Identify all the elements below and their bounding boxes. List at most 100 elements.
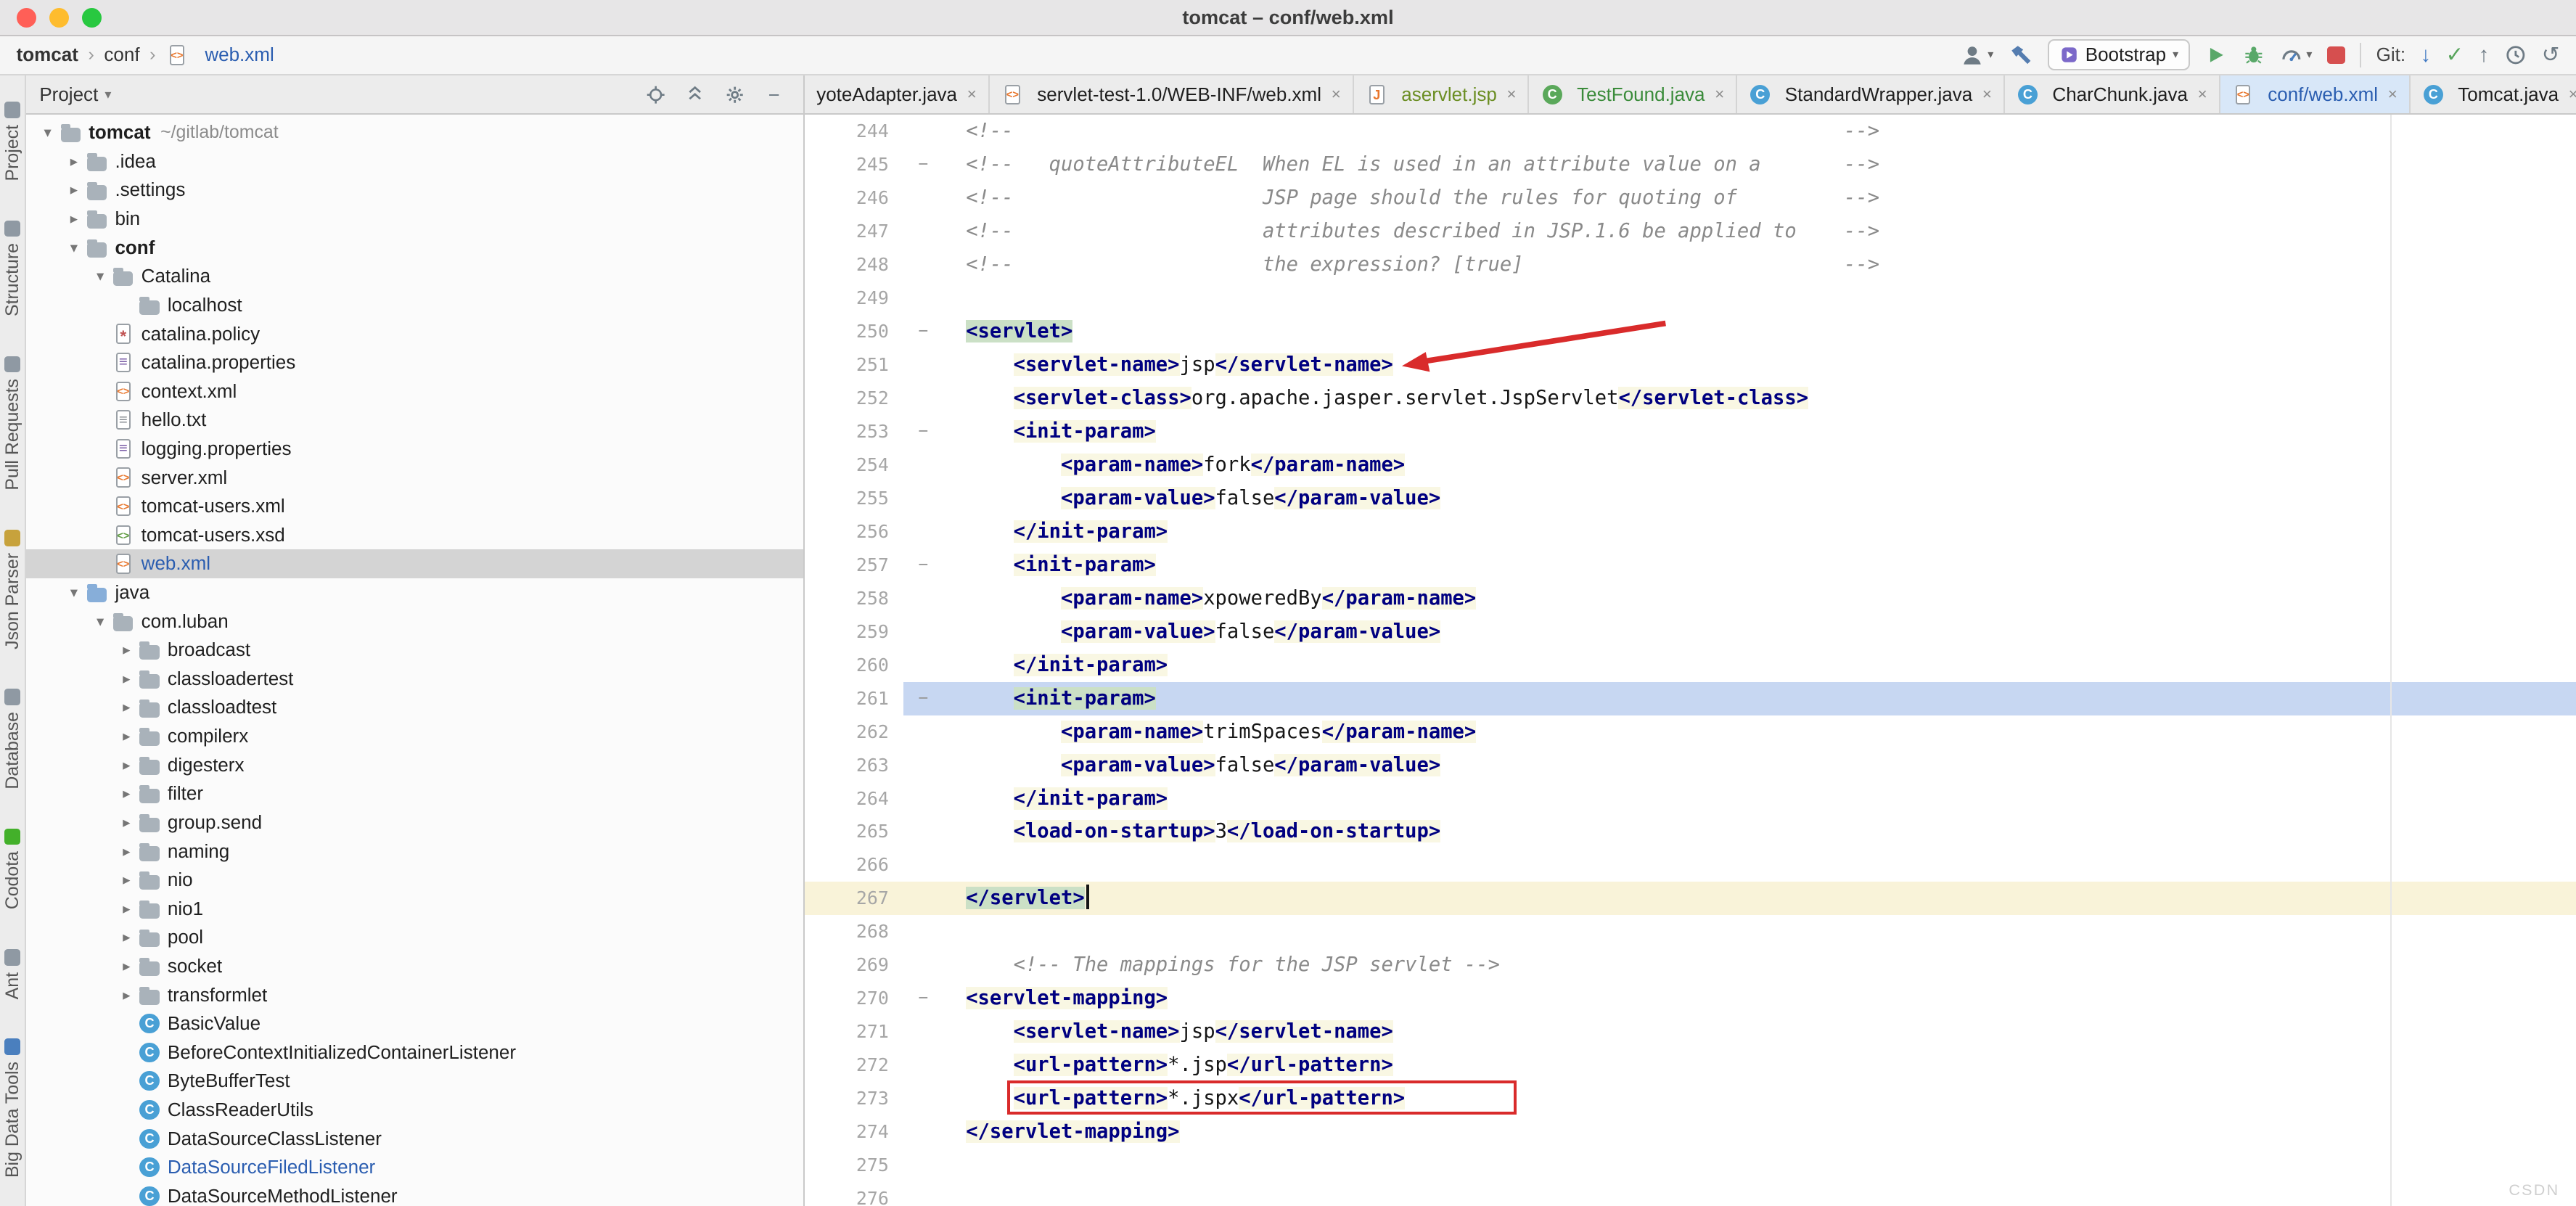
line-number[interactable]: 261 <box>805 682 903 715</box>
line-number[interactable]: 276 <box>805 1182 903 1206</box>
editor-tab-charchunk-java[interactable]: CharChunk.java× <box>2005 75 2220 113</box>
tool-stripe-button-structure[interactable]: Structure <box>2 221 23 317</box>
tool-stripe-button-big-data-tools[interactable]: Big Data Tools <box>2 1038 23 1178</box>
tab-close-icon[interactable]: × <box>1332 85 1341 104</box>
tree-expand-arrow[interactable]: ▾ <box>89 267 112 285</box>
line-number[interactable]: 248 <box>805 248 903 282</box>
breadcrumb-web-xml[interactable]: web.xml <box>205 44 274 66</box>
tree-expand-arrow[interactable]: ▸ <box>62 181 86 199</box>
tree-item-classloadtest[interactable]: ▸classloadtest <box>26 693 803 722</box>
tool-stripe-button-json-parser[interactable]: Json Parser <box>2 530 23 649</box>
editor-tab-servlet-test-1-0-web-inf-web-xml[interactable]: servlet-test-1.0/WEB-INF/web.xml× <box>990 75 1354 113</box>
code-line-259[interactable]: 259 <param-value>false</param-value> <box>805 615 2576 649</box>
tree-expand-arrow[interactable]: ▸ <box>115 957 138 975</box>
tree-expand-arrow[interactable]: ▸ <box>115 756 138 774</box>
code-line-267[interactable]: 267</servlet> <box>805 882 2576 915</box>
line-number[interactable]: 265 <box>805 815 903 848</box>
line-number[interactable]: 270 <box>805 982 903 1015</box>
project-panel-title[interactable]: Project <box>39 83 98 106</box>
tree-expand-arrow[interactable]: ▸ <box>115 698 138 716</box>
code-line-246[interactable]: 246<!-- JSP page should the rules for qu… <box>805 181 2576 215</box>
tab-close-icon[interactable]: × <box>1982 85 1992 104</box>
line-number[interactable]: 244 <box>805 115 903 148</box>
code-line-274[interactable]: 274</servlet-mapping> <box>805 1115 2576 1149</box>
tree-expand-arrow[interactable]: ▸ <box>115 670 138 688</box>
chevron-down-icon[interactable]: ▾ <box>104 87 111 102</box>
line-number[interactable]: 259 <box>805 615 903 649</box>
tree-item-context-xml[interactable]: context.xml <box>26 377 803 406</box>
line-number[interactable]: 262 <box>805 715 903 749</box>
code-line-265[interactable]: 265 <load-on-startup>3</load-on-startup> <box>805 815 2576 848</box>
tree-item-catalina-properties[interactable]: catalina.properties <box>26 348 803 377</box>
collapse-all-button[interactable] <box>678 78 711 111</box>
tree-expand-arrow[interactable]: ▸ <box>115 784 138 803</box>
tree-expand-arrow[interactable]: ▸ <box>115 928 138 946</box>
tree-item-tomcat[interactable]: ▾tomcat~/gitlab/tomcat <box>26 118 803 147</box>
editor-tab-aservlet-jsp[interactable]: aservlet.jsp× <box>1354 75 1530 113</box>
user-profile-button[interactable]: ▾ <box>1960 43 1993 67</box>
tree-item-filter[interactable]: ▸filter <box>26 779 803 808</box>
tree-item-bytebuffertest[interactable]: ByteBufferTest <box>26 1067 803 1096</box>
tree-item-localhost[interactable]: localhost <box>26 291 803 320</box>
tree-expand-arrow[interactable]: ▾ <box>62 583 86 602</box>
line-number[interactable]: 267 <box>805 882 903 915</box>
run-play-icon[interactable] <box>2204 44 2228 67</box>
tree-item-naming[interactable]: ▸naming <box>26 837 803 866</box>
tree-expand-arrow[interactable]: ▸ <box>115 813 138 832</box>
zoom-window-button[interactable] <box>82 8 102 28</box>
line-number[interactable]: 269 <box>805 948 903 982</box>
tree-item-broadcast[interactable]: ▸broadcast <box>26 636 803 665</box>
tree-expand-arrow[interactable]: ▸ <box>115 727 138 745</box>
code-line-261[interactable]: 261− <init-param> <box>805 682 2576 715</box>
tree-expand-arrow[interactable]: ▸ <box>115 900 138 918</box>
code-line-271[interactable]: 271 <servlet-name>jsp</servlet-name> <box>805 1015 2576 1049</box>
editor-tab-standardwrapper-java[interactable]: StandardWrapper.java× <box>1737 75 2005 113</box>
line-number[interactable]: 263 <box>805 749 903 782</box>
tree-item-datasourcefiledlistener[interactable]: DataSourceFiledListener <box>26 1153 803 1182</box>
tree-item-server-xml[interactable]: server.xml <box>26 463 803 492</box>
tree-item-compilerx[interactable]: ▸compilerx <box>26 722 803 751</box>
code-line-251[interactable]: 251 <servlet-name>jsp</servlet-name> <box>805 348 2576 382</box>
line-number[interactable]: 252 <box>805 382 903 415</box>
tree-item-java[interactable]: ▾java <box>26 578 803 607</box>
tree-expand-arrow[interactable]: ▾ <box>36 123 60 141</box>
tree-item-tomcat-users-xsd[interactable]: tomcat-users.xsd <box>26 521 803 550</box>
line-number[interactable]: 253 <box>805 415 903 448</box>
tree-item-hello-txt[interactable]: hello.txt <box>26 406 803 435</box>
tree-item-tomcat-users-xml[interactable]: tomcat-users.xml <box>26 492 803 521</box>
line-number[interactable]: 258 <box>805 582 903 615</box>
tree-item-idea[interactable]: ▸.idea <box>26 147 803 176</box>
line-number[interactable]: 275 <box>805 1149 903 1182</box>
stop-button[interactable] <box>2327 46 2345 65</box>
locate-file-button[interactable] <box>639 78 672 111</box>
line-number[interactable]: 273 <box>805 1082 903 1115</box>
run-config-select[interactable]: Bootstrap ▾ <box>2048 39 2190 70</box>
tree-item-catalina-policy[interactable]: catalina.policy <box>26 319 803 348</box>
line-number[interactable]: 260 <box>805 649 903 682</box>
code-fold-marker[interactable]: − <box>903 415 943 448</box>
tree-item-bin[interactable]: ▸bin <box>26 205 803 234</box>
editor-tab-conf-web-xml[interactable]: conf/web.xml× <box>2220 75 2411 113</box>
tree-expand-arrow[interactable]: ▾ <box>89 612 112 631</box>
editor-tab-tomcat-java[interactable]: Tomcat.java× <box>2411 75 2576 113</box>
code-line-244[interactable]: 244<!-- --> <box>805 115 2576 148</box>
tree-expand-arrow[interactable]: ▸ <box>62 152 86 171</box>
line-number[interactable]: 272 <box>805 1049 903 1082</box>
line-number[interactable]: 256 <box>805 515 903 549</box>
tree-item-datasourceclasslistener[interactable]: DataSourceClassListener <box>26 1124 803 1153</box>
breadcrumb-conf[interactable]: conf <box>104 44 139 66</box>
line-number[interactable]: 274 <box>805 1115 903 1149</box>
code-line-253[interactable]: 253− <init-param> <box>805 415 2576 448</box>
tree-expand-arrow[interactable]: ▸ <box>115 641 138 659</box>
tree-item-group-send[interactable]: ▸group.send <box>26 808 803 837</box>
tab-close-icon[interactable]: × <box>1715 85 1724 104</box>
tree-item-pool[interactable]: ▸pool <box>26 923 803 952</box>
tree-item-classreaderutils[interactable]: ClassReaderUtils <box>26 1096 803 1125</box>
code-line-248[interactable]: 248<!-- the expression? [true] --> <box>805 248 2576 282</box>
git-update-icon[interactable]: ↓ <box>2420 44 2431 65</box>
code-line-247[interactable]: 247<!-- attributes described in JSP.1.6 … <box>805 215 2576 248</box>
build-hammer-icon[interactable] <box>2009 43 2033 67</box>
line-number[interactable]: 245 <box>805 148 903 181</box>
code-line-266[interactable]: 266 <box>805 848 2576 882</box>
code-line-273[interactable]: 273 <url-pattern>*.jspx</url-pattern> <box>805 1082 2576 1115</box>
